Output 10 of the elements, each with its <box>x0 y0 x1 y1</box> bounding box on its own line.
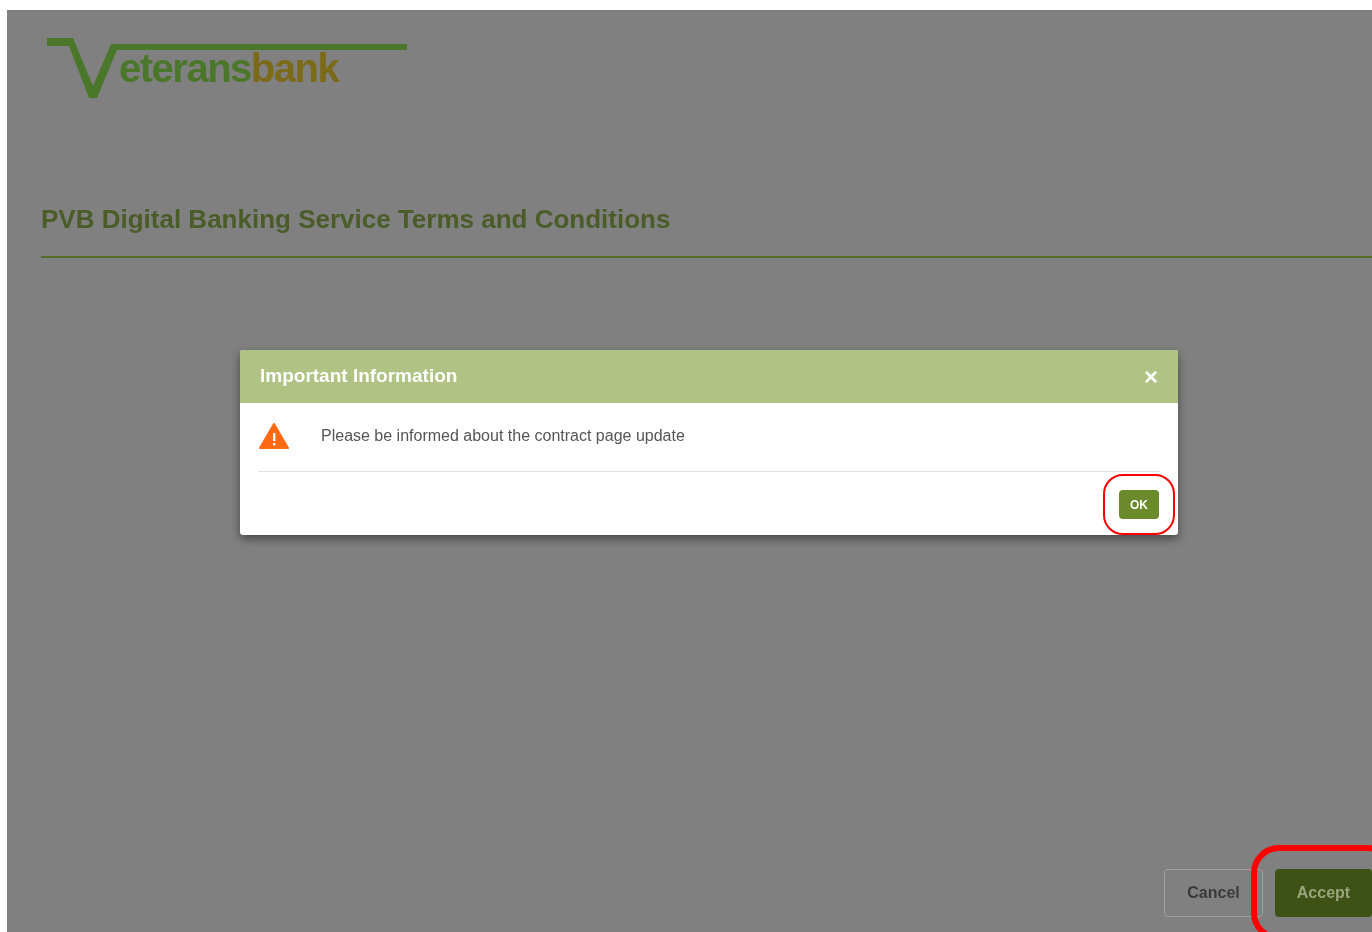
close-button[interactable]: × <box>1144 364 1158 389</box>
dialog-message: Please be informed about the contract page update <box>321 426 685 446</box>
logo-text: eteransbank <box>119 48 339 88</box>
warning-icon <box>259 423 289 449</box>
page-title: PVB Digital Banking Service Terms and Conditions <box>41 203 672 236</box>
dialog-title: Important Information <box>260 364 458 389</box>
accept-button[interactable]: Accept <box>1275 869 1372 917</box>
cancel-button[interactable]: Cancel <box>1164 869 1263 917</box>
logo-mark-icon <box>45 38 407 100</box>
ok-button[interactable]: OK <box>1119 490 1159 519</box>
